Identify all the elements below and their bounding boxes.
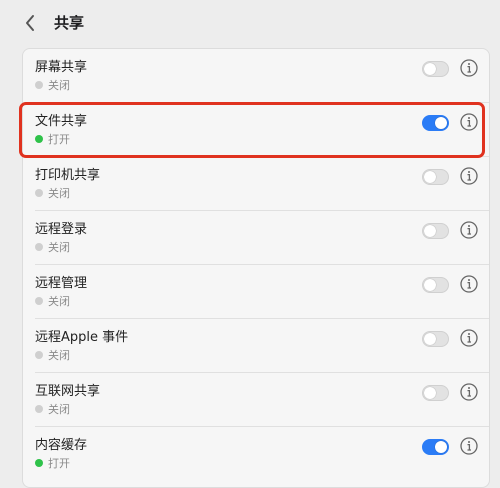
- toggle-knob: [424, 63, 436, 75]
- remote-apple-events-toggle[interactable]: [422, 331, 449, 347]
- remote-login-info-button[interactable]: [459, 220, 479, 240]
- list-item-remote-management: 远程管理 关闭: [23, 265, 489, 319]
- list-item-screen-sharing: 屏幕共享 关闭: [23, 49, 489, 103]
- chevron-left-icon: [26, 15, 34, 31]
- toggle-knob: [424, 225, 436, 237]
- toggle-knob: [424, 387, 436, 399]
- toggle-knob: [435, 441, 447, 453]
- content-caching-info-button[interactable]: [459, 436, 479, 456]
- service-name: 远程登录: [35, 222, 88, 237]
- info-circle-icon: [460, 383, 478, 401]
- status-dot-icon: [35, 405, 43, 413]
- sharing-services-list: 屏幕共享 关闭 文件共享 打开 打印机共享 关闭 远程登录 关闭 远程管理 关闭…: [22, 48, 490, 488]
- service-name: 远程Apple 事件: [35, 330, 129, 345]
- remote-management-toggle[interactable]: [422, 277, 449, 293]
- service-status: 打开: [35, 133, 70, 147]
- screen-sharing-info-button[interactable]: [459, 58, 479, 78]
- file-sharing-info-button[interactable]: [459, 112, 479, 132]
- remote-login-toggle[interactable]: [422, 223, 449, 239]
- info-circle-icon: [460, 437, 478, 455]
- back-button[interactable]: [22, 12, 40, 34]
- list-item-remote-apple-events: 远程Apple 事件 关闭: [23, 319, 489, 373]
- service-name: 互联网共享: [35, 384, 101, 399]
- service-status: 打开: [35, 457, 70, 471]
- list-item-content-caching: 内容缓存 打开: [23, 427, 489, 481]
- service-status: 关闭: [35, 295, 70, 309]
- service-status: 关闭: [35, 403, 70, 417]
- toggle-knob: [424, 279, 436, 291]
- list-item-internet-sharing: 互联网共享 关闭: [23, 373, 489, 427]
- page-title: 共享: [54, 14, 85, 32]
- remote-management-info-button[interactable]: [459, 274, 479, 294]
- status-dot-icon: [35, 189, 43, 197]
- toggle-knob: [435, 117, 447, 129]
- list-item-printer-sharing: 打印机共享 关闭: [23, 157, 489, 211]
- status-dot-icon: [35, 81, 43, 89]
- service-name: 远程管理: [35, 276, 88, 291]
- info-circle-icon: [460, 275, 478, 293]
- info-circle-icon: [460, 167, 478, 185]
- service-status: 关闭: [35, 187, 70, 201]
- service-status: 关闭: [35, 349, 70, 363]
- info-circle-icon: [460, 221, 478, 239]
- internet-sharing-info-button[interactable]: [459, 382, 479, 402]
- file-sharing-toggle[interactable]: [422, 115, 449, 131]
- status-dot-icon: [35, 351, 43, 359]
- info-circle-icon: [460, 113, 478, 131]
- status-dot-icon: [35, 135, 43, 143]
- printer-sharing-toggle[interactable]: [422, 169, 449, 185]
- info-circle-icon: [460, 59, 478, 77]
- service-name: 内容缓存: [35, 438, 88, 453]
- remote-apple-events-info-button[interactable]: [459, 328, 479, 348]
- service-status: 关闭: [35, 79, 70, 93]
- content-caching-toggle[interactable]: [422, 439, 449, 455]
- status-dot-icon: [35, 297, 43, 305]
- status-dot-icon: [35, 459, 43, 467]
- toggle-knob: [424, 333, 436, 345]
- header-bar: 共享: [0, 0, 500, 46]
- status-dot-icon: [35, 243, 43, 251]
- service-status: 关闭: [35, 241, 70, 255]
- list-item-remote-login: 远程登录 关闭: [23, 211, 489, 265]
- service-name: 屏幕共享: [35, 60, 88, 75]
- info-circle-icon: [460, 329, 478, 347]
- service-name: 文件共享: [35, 114, 88, 129]
- screen-sharing-toggle[interactable]: [422, 61, 449, 77]
- printer-sharing-info-button[interactable]: [459, 166, 479, 186]
- internet-sharing-toggle[interactable]: [422, 385, 449, 401]
- toggle-knob: [424, 171, 436, 183]
- service-name: 打印机共享: [35, 168, 101, 183]
- list-item-file-sharing: 文件共享 打开: [23, 103, 489, 157]
